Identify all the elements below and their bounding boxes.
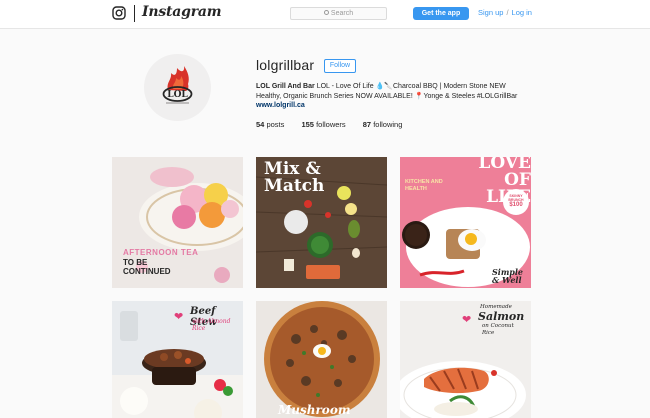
search-placeholder: Search: [330, 10, 354, 17]
post-caption-secondary: with Almond Rice: [192, 318, 231, 332]
post-badge-label: SKINNY BRUNCH: [508, 194, 524, 202]
post-tile[interactable]: Mix & Match: [256, 157, 387, 288]
profile-website-link[interactable]: www.lolgrill.ca: [256, 102, 305, 109]
heart-icon: ❤: [174, 311, 184, 323]
post-caption: AFTERNOON TEA: [123, 248, 199, 257]
bio-line-1: LOL Grill And Bar LOL - Love Of Life 💧🔪C…: [256, 82, 506, 90]
post-script: Simple & Well: [492, 267, 524, 285]
following-count: 87: [362, 120, 372, 129]
post-caption: Salmon: [478, 310, 525, 323]
profile-username: lolgrillbar: [256, 57, 315, 73]
lol-flame-logo: LOL: [162, 66, 193, 104]
get-the-app-button[interactable]: Get the app: [413, 7, 469, 20]
heart-icon: ❤: [462, 314, 472, 326]
follow-button[interactable]: Follow: [324, 59, 356, 73]
top-nav: Instagram Search Get the app Sign up / Log…: [0, 0, 650, 29]
instagram-glyph-icon[interactable]: [112, 6, 126, 20]
post-tile[interactable]: ❤ Homemade Salmon on Coconut Rice: [400, 301, 531, 418]
profile-stats: 54 posts 155 followers 87 following: [256, 120, 417, 129]
svg-text:LOL: LOL: [167, 90, 188, 100]
post-caption-secondary: on Coconut Rice: [482, 323, 514, 336]
profile-full-name: LOL Grill And Bar: [256, 83, 315, 90]
post-tile[interactable]: Mushroom: [256, 301, 387, 418]
post-caption: Mix & Match: [264, 159, 325, 196]
search-input[interactable]: Search: [290, 7, 387, 20]
auth-separator: /: [506, 8, 509, 17]
bio-line-2: Healthy, Organic Brunch Series NOW AVAIL…: [256, 93, 518, 100]
auth-links: Sign up / Log in: [478, 8, 532, 17]
instagram-wordmark[interactable]: Instagram: [142, 4, 222, 20]
followers-label: followers: [316, 120, 346, 129]
followers-count: 155: [301, 120, 314, 129]
following-label: following: [373, 120, 403, 129]
post-caption: Mushroom: [278, 403, 351, 417]
post-badge: SKINNY BRUNCH $100: [503, 189, 529, 215]
post-caption-secondary: KITCHEN AND HEALTH: [405, 179, 443, 192]
posts-label: posts: [266, 120, 285, 129]
post-tile[interactable]: LOVE OF LIFE KITCHEN AND HEALTH SKINNY B…: [400, 157, 531, 288]
post-badge-price: $100: [509, 202, 523, 208]
post-image-mushroom-pizza: [256, 301, 387, 418]
logo-divider: [134, 5, 135, 22]
post-tile[interactable]: ❤ Beef Stew with Almond Rice: [112, 301, 243, 418]
avatar[interactable]: LOL: [144, 54, 211, 121]
stat-followers[interactable]: 155 followers: [301, 120, 345, 129]
post-caption-secondary: TO BE CONTINUED: [123, 258, 171, 276]
posts-count: 54: [256, 120, 265, 129]
bio-text-1: LOL - Love Of Life 💧🔪Charcoal BBQ | Mode…: [316, 83, 506, 90]
search-icon: [323, 9, 329, 15]
login-link[interactable]: Log in: [512, 8, 532, 17]
post-tile[interactable]: AFTERNOON TEA TO BE CONTINUED: [112, 157, 243, 288]
stat-posts: 54 posts: [256, 120, 284, 129]
signup-link[interactable]: Sign up: [478, 8, 503, 17]
stat-following[interactable]: 87 following: [363, 120, 403, 129]
